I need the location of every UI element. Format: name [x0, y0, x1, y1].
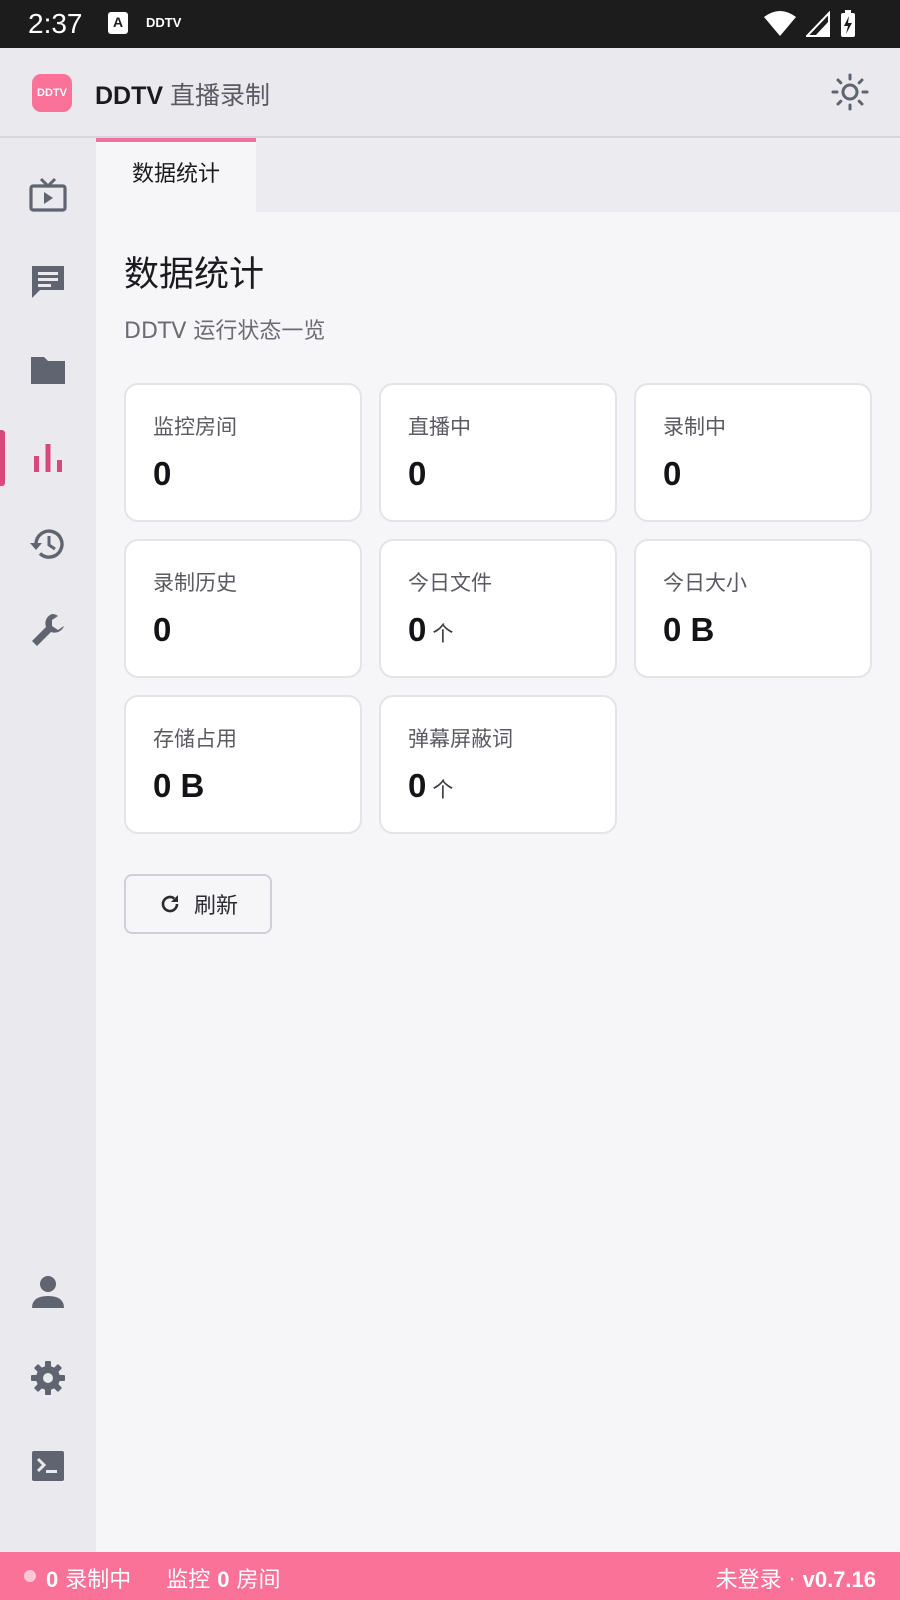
stat-value: 0 — [408, 455, 427, 492]
live-tv-icon — [29, 177, 67, 212]
recording-label: 录制中 — [65, 1568, 132, 1593]
page-subtitle: DDTV 运行状态一览 — [124, 319, 326, 344]
system-status-bar: 2:37 A DDTV — [0, 0, 900, 48]
app-title: DDTV 直播录制 — [95, 76, 270, 112]
tab-bar: 数据统计 — [96, 138, 900, 212]
recording-status-dot — [24, 1570, 36, 1582]
stat-value: 0 B — [153, 767, 205, 804]
nav-danmaku[interactable] — [0, 254, 96, 310]
settings-icon — [31, 1361, 65, 1395]
stat-card-live: 直播中 0 — [379, 383, 617, 522]
monitor-count: 0 — [217, 1567, 230, 1592]
page-title: 数据统计 — [124, 255, 265, 295]
stat-value: 0 B — [663, 611, 715, 648]
nav-statistics[interactable] — [0, 430, 96, 486]
person-icon — [32, 1276, 64, 1308]
app-version: v0.7.16 — [802, 1567, 876, 1592]
stat-card-record-history: 录制历史 0 — [124, 539, 362, 678]
stat-label: 直播中 — [408, 415, 471, 439]
stat-card-danmaku-blocked-words: 弹幕屏蔽词 0个 — [379, 695, 617, 834]
history-icon — [30, 529, 64, 559]
stat-value: 0个 — [408, 611, 454, 648]
stat-card-today-files: 今日文件 0个 — [379, 539, 617, 678]
login-status[interactable]: 未登录 — [716, 1568, 782, 1593]
footer-separator: · — [788, 1568, 796, 1593]
nav-settings[interactable] — [0, 1350, 96, 1406]
app-header: DDTV DDTV 直播录制 — [0, 48, 900, 138]
stat-label: 存储占用 — [153, 727, 237, 751]
nav-user[interactable] — [0, 1264, 96, 1320]
sidebar-nav — [0, 138, 96, 1552]
notification-a-icon: A — [108, 12, 128, 34]
app-logo: DDTV — [32, 74, 72, 112]
footer-meta: 未登录 · v0.7.16 — [716, 1562, 876, 1594]
refresh-label: 刷新 — [193, 894, 238, 919]
stat-label: 监控房间 — [153, 415, 237, 439]
stat-card-today-size: 今日大小 0 B — [634, 539, 872, 678]
stat-label: 今日文件 — [408, 571, 492, 595]
stat-card-monitored-rooms: 监控房间 0 — [124, 383, 362, 522]
footer-summary: 0 录制中 监控 0 房间 — [46, 1562, 281, 1594]
bar-chart-icon — [34, 444, 62, 472]
stat-card-storage-usage: 存储占用 0 B — [124, 695, 362, 834]
folder-icon — [31, 357, 65, 384]
stat-label: 今日大小 — [663, 571, 747, 595]
stat-value: 0 — [663, 455, 682, 492]
nav-console[interactable] — [0, 1438, 96, 1494]
stat-unit: 个 — [432, 623, 454, 646]
refresh-button[interactable]: 刷新 — [124, 874, 272, 934]
terminal-icon — [32, 1451, 64, 1481]
tab-statistics[interactable]: 数据统计 — [96, 138, 256, 212]
stat-label: 录制历史 — [153, 571, 237, 595]
chat-icon — [32, 266, 64, 298]
app-title-brand: DDTV — [95, 82, 164, 110]
stat-value: 0 — [153, 611, 172, 648]
nav-live[interactable] — [0, 168, 96, 224]
nav-history[interactable] — [0, 516, 96, 572]
stat-card-recording: 录制中 0 — [634, 383, 872, 522]
stat-value: 0个 — [408, 767, 454, 804]
battery-charging-icon — [841, 10, 855, 37]
wifi-icon — [764, 11, 796, 36]
stat-label: 录制中 — [663, 415, 726, 439]
stat-value: 0 — [153, 455, 172, 492]
cell-signal-icon — [806, 11, 830, 37]
stat-unit: 个 — [432, 779, 454, 802]
nav-files[interactable] — [0, 342, 96, 398]
recording-count: 0 — [46, 1567, 59, 1592]
stat-label: 弹幕屏蔽词 — [408, 727, 513, 751]
monitor-prefix: 监控 — [166, 1568, 211, 1593]
theme-toggle-button[interactable] — [830, 72, 870, 112]
sun-icon — [831, 73, 869, 111]
refresh-icon — [161, 895, 179, 913]
wrench-icon — [32, 614, 64, 646]
app-title-rest: 直播录制 — [170, 82, 271, 110]
nav-tools[interactable] — [0, 602, 96, 658]
notification-ddtv-icon: DDTV — [146, 15, 182, 30]
monitor-suffix: 房间 — [236, 1568, 281, 1593]
clock: 2:37 — [28, 8, 83, 39]
footer-status-bar: 0 录制中 监控 0 房间 未登录 · v0.7.16 — [0, 1552, 900, 1600]
